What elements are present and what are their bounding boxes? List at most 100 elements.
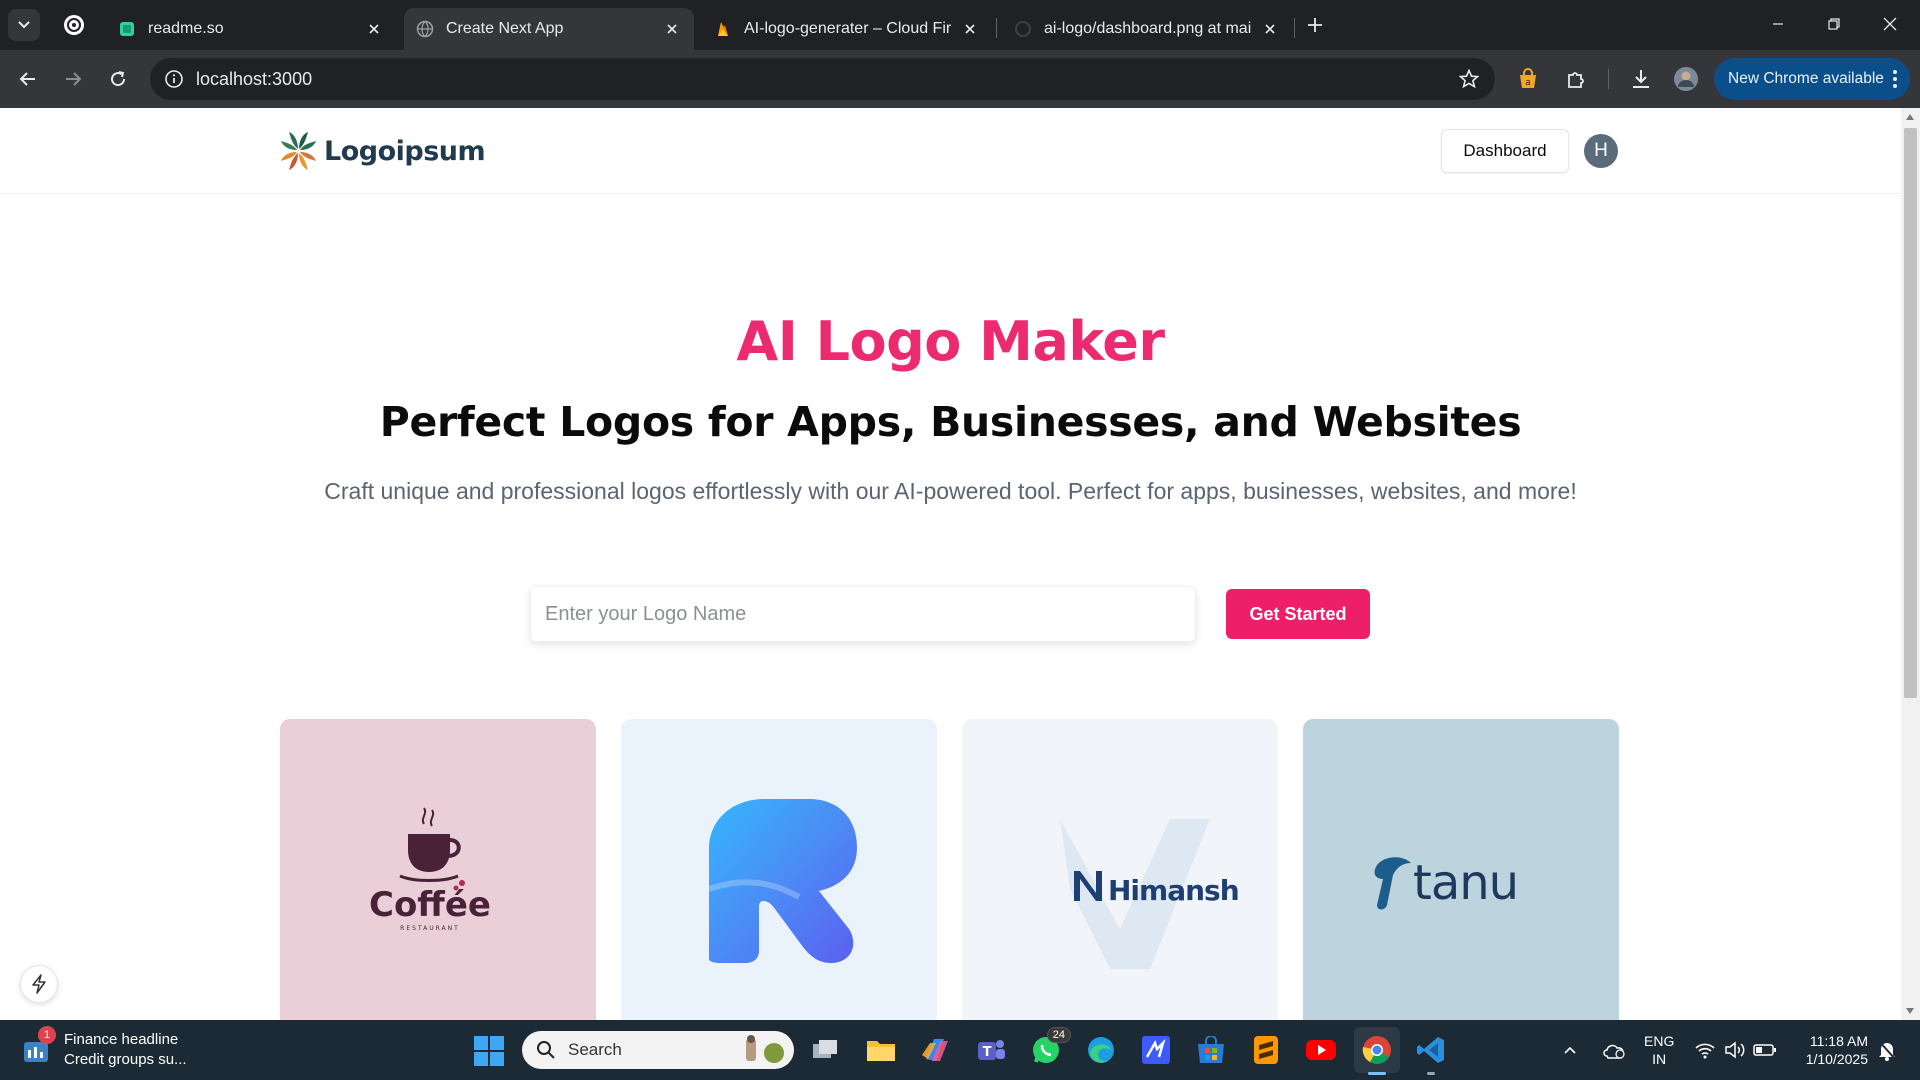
nextjs-devtools-button[interactable] [20, 965, 58, 1003]
tab-title: readme.so [148, 20, 224, 37]
start-button[interactable] [474, 1036, 504, 1066]
scroll-up-arrow-icon[interactable] [1906, 114, 1914, 120]
tanu-logo-image: tanu [1374, 855, 1519, 911]
restore-icon [1828, 18, 1840, 30]
minimize-icon [1773, 23, 1783, 25]
coffee-logo-subtext: RESTAURANT [400, 925, 460, 932]
kebab-menu-icon [1893, 70, 1897, 88]
search-icon [537, 1041, 555, 1059]
minimize-button[interactable] [1750, 8, 1806, 40]
tab-title: AI-logo-generater – Cloud Firestore [744, 20, 952, 37]
tab-search-button[interactable] [8, 9, 40, 41]
whatsapp-icon[interactable]: 24 [1029, 1027, 1071, 1067]
letter-r-logo-image [708, 799, 857, 963]
battery-icon[interactable] [1752, 1020, 1778, 1080]
lightning-bolt-icon [32, 974, 46, 994]
youtube-icon[interactable] [1304, 1033, 1338, 1067]
hero-description: Craft unique and professional logos effo… [324, 478, 1577, 504]
get-started-button[interactable]: Get Started [1226, 589, 1370, 639]
notifications-bell-icon[interactable] [1874, 1020, 1900, 1080]
onedrive-cloud-icon[interactable] [1600, 1020, 1628, 1080]
site-info-icon[interactable] [162, 67, 186, 91]
extensions-puzzle-icon[interactable] [1562, 65, 1590, 93]
pinned-tab-chatgpt[interactable] [56, 10, 92, 40]
app-blue-icon[interactable] [1139, 1033, 1173, 1067]
system-clock[interactable]: 11:18 AM 1/10/2025 [1790, 1032, 1868, 1068]
teams-icon[interactable]: T [974, 1033, 1008, 1067]
volume-icon[interactable] [1722, 1020, 1748, 1080]
himanshu-logo-text: Himanshu [1108, 874, 1240, 907]
edge-icon[interactable] [1084, 1033, 1118, 1067]
chrome-icon[interactable] [1354, 1027, 1400, 1075]
scroll-down-arrow-icon[interactable] [1906, 1008, 1914, 1014]
tab-divider [1294, 18, 1295, 38]
download-icon[interactable] [1627, 65, 1655, 93]
shopping-extension-icon[interactable]: a [1514, 65, 1542, 93]
restore-button[interactable] [1806, 8, 1862, 40]
task-view-icon[interactable] [808, 1033, 842, 1067]
news-widget[interactable]: 1 Finance headline Credit groups su... [22, 1026, 187, 1070]
new-tab-button[interactable] [1302, 12, 1328, 38]
himanshu-logo-image: Himanshu [1060, 819, 1240, 969]
scrollbar-thumb[interactable] [1904, 128, 1917, 698]
bookmark-star-icon[interactable] [1457, 67, 1481, 91]
url-text: localhost:3000 [196, 69, 313, 89]
example-logo-card-coffee: Coffée RESTAURANT [280, 719, 596, 1020]
widget-subtitle: Credit groups su... [64, 1051, 187, 1068]
chevron-down-icon [18, 21, 30, 29]
brand-logo[interactable]: Logoipsum [280, 130, 486, 172]
windows-logo-icon [474, 1036, 504, 1066]
address-bar[interactable]: localhost:3000 [150, 58, 1495, 100]
example-logo-card-r [621, 719, 937, 1020]
close-tab-icon[interactable] [364, 19, 384, 39]
firebase-icon [714, 20, 732, 38]
tab-github[interactable]: ai-logo/dashboard.png at main [1002, 8, 1292, 50]
vscode-icon[interactable] [1414, 1033, 1448, 1075]
new-chrome-available-button[interactable]: New Chrome available [1714, 58, 1910, 100]
logoipsum-mark-icon [281, 132, 316, 170]
copilot-icon[interactable] [918, 1033, 952, 1067]
hero-title: AI Logo Maker [736, 310, 1165, 373]
language-code: ENG [1644, 1033, 1675, 1049]
close-window-button[interactable] [1862, 8, 1918, 40]
back-button[interactable] [10, 61, 46, 97]
globe-icon [416, 20, 434, 38]
wifi-icon[interactable] [1692, 1020, 1718, 1080]
logo-name-input[interactable] [530, 586, 1196, 642]
language-indicator[interactable]: ENG IN [1644, 1032, 1674, 1068]
search-label: Search [568, 1040, 622, 1059]
profile-avatar-icon[interactable] [1672, 65, 1700, 93]
svg-text:a: a [1525, 78, 1531, 88]
clock-time: 11:18 AM [1809, 1033, 1868, 1049]
close-tab-icon[interactable] [1260, 19, 1280, 39]
tab-readme[interactable]: readme.so [106, 8, 396, 50]
brand-name: Logoipsum [324, 135, 486, 167]
tab-title: Create Next App [446, 20, 564, 37]
tab-strip: readme.so Create Next App AI-logo-genera… [0, 0, 1920, 50]
example-logo-card-himanshu: Himanshu [962, 719, 1278, 1020]
tab-firestore[interactable]: AI-logo-generater – Cloud Firestore [702, 8, 992, 50]
plus-icon [1308, 18, 1322, 32]
close-tab-icon[interactable] [960, 19, 980, 39]
arrow-right-icon [66, 72, 82, 86]
tab-title: ai-logo/dashboard.png at main [1044, 20, 1252, 37]
reload-icon [111, 71, 126, 87]
tab-divider [996, 18, 997, 38]
loading-spinner-icon [1014, 20, 1032, 38]
tab-create-next-app[interactable]: Create Next App [404, 8, 694, 50]
readme-favicon-icon [118, 20, 136, 38]
hero-subtitle: Perfect Logos for Apps, Businesses, and … [379, 398, 1522, 446]
sublime-text-icon[interactable] [1249, 1033, 1283, 1067]
dashboard-button[interactable]: Dashboard [1441, 129, 1569, 173]
show-hidden-icons-chevron-icon[interactable] [1558, 1020, 1582, 1080]
chatgpt-icon [64, 15, 84, 35]
page-scrollbar[interactable] [1901, 108, 1920, 1020]
widget-title: Finance headline [64, 1031, 179, 1048]
close-tab-icon[interactable] [662, 19, 682, 39]
taskbar-search[interactable]: Search [522, 1031, 794, 1069]
forward-button[interactable] [55, 61, 91, 97]
reload-button[interactable] [100, 61, 136, 97]
file-explorer-icon[interactable] [864, 1033, 898, 1067]
user-avatar[interactable]: H [1584, 134, 1618, 168]
microsoft-store-icon[interactable] [1194, 1033, 1228, 1067]
